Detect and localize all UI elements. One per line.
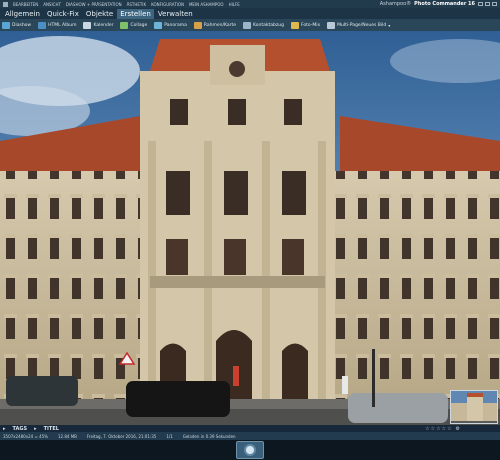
status-bar: 3507x2480x24 = 45% 12.84 MB Freitag, 7. … — [0, 432, 500, 440]
tab-allgemein[interactable]: Allgemein — [2, 9, 43, 19]
window-controls — [478, 2, 497, 6]
view-mode-button[interactable] — [236, 441, 264, 459]
thumbnail-image — [451, 391, 497, 423]
close-icon[interactable] — [492, 2, 497, 6]
menu-item-hilfe[interactable]: HILFE — [229, 2, 240, 7]
rahmen-karte-label: Rahmen/Karte — [203, 22, 237, 28]
navigator-thumbnail[interactable] — [450, 390, 498, 424]
image-dimensions: 3507x2480x24 = 45% — [3, 433, 48, 439]
star-icon[interactable]: ☆ — [431, 426, 435, 432]
menu-item-ansicht[interactable]: ANSICHT — [43, 2, 61, 7]
menu-item-diashow[interactable]: DIASHOW + PRÄSENTATION — [66, 2, 122, 7]
create-toolbar: Diashow HTML Album Kalender Collage Pano… — [0, 19, 500, 31]
multi-page-icon — [327, 21, 336, 29]
expand-title-icon[interactable]: ▸ — [34, 426, 37, 432]
minimize-icon[interactable] — [478, 2, 483, 6]
photo-mix-icon — [290, 21, 299, 29]
kontaktabzug-label: Kontaktabzug — [253, 22, 284, 28]
html-album-button[interactable]: HTML Album — [38, 21, 79, 29]
panorama-icon — [154, 21, 163, 29]
maximize-icon[interactable] — [485, 2, 490, 6]
info-panel-tabs: ▸ TAGS ▸ TITEL ☆ ☆ ☆ ☆ ☆ ⚙ — [0, 425, 500, 432]
tab-tags[interactable]: TAGS — [13, 426, 28, 432]
rahmen-karte-button[interactable]: Rahmen/Karte — [193, 21, 239, 29]
multi-page-button[interactable]: Multi-Page/Neues Bild ▾ — [327, 21, 393, 29]
load-time: Geladen in 0.39 Sekunden — [182, 433, 236, 439]
foto-mix-label: Foto-Mix — [300, 22, 321, 28]
kalender-label: Kalender — [93, 22, 114, 28]
tab-titel[interactable]: TITEL — [44, 426, 59, 432]
photo-viewport[interactable] — [0, 31, 500, 425]
star-icon[interactable]: ☆ — [442, 426, 446, 432]
ribbon-tabs: Allgemein Quick-Fix Objekte Erstellen Ve… — [0, 8, 500, 19]
kalender-button[interactable]: Kalender — [83, 21, 116, 29]
tab-quick-fix[interactable]: Quick-Fix — [44, 9, 82, 19]
menu-item-konfiguration[interactable]: KONFIGURATION — [151, 2, 184, 7]
app-brand: Ashampoo® Photo Commander 16 — [380, 0, 497, 8]
html-album-icon — [38, 21, 47, 29]
calendar-icon — [83, 21, 92, 29]
star-icon[interactable]: ☆ — [436, 426, 440, 432]
contact-sheet-icon — [243, 21, 252, 29]
panorama-label: Panorama — [164, 22, 187, 28]
star-icon[interactable]: ☆ — [425, 426, 429, 432]
app-name: Photo Commander 16 — [414, 1, 475, 7]
diashow-label: Diashow — [12, 22, 32, 28]
frame-icon — [193, 21, 202, 29]
page-counter: 1/1 — [166, 433, 173, 439]
html-album-label: HTML Album — [48, 22, 77, 28]
panorama-button[interactable]: Panorama — [154, 21, 190, 29]
collage-label: Collage — [130, 22, 148, 28]
multi-page-label: Multi-Page/Neues Bild — [337, 22, 387, 28]
menu-bar: BEARBEITEN ANSICHT DIASHOW + PRÄSENTATIO… — [0, 0, 500, 8]
menu-item-bearbeiten[interactable]: BEARBEITEN — [13, 2, 38, 7]
photo-image — [0, 31, 500, 425]
view-mode-icon — [244, 444, 256, 456]
diashow-button[interactable]: Diashow — [2, 21, 34, 29]
slideshow-icon — [2, 21, 10, 29]
tab-objekte[interactable]: Objekte — [83, 9, 116, 19]
file-size: 12.84 MB — [57, 433, 77, 439]
menu-item-aesthetik[interactable]: ÄSTHETIK — [127, 2, 147, 7]
app-menu-icon[interactable] — [3, 1, 8, 7]
app-vendor: Ashampoo® — [379, 1, 412, 7]
kontaktabzug-button[interactable]: Kontaktabzug — [243, 21, 287, 29]
collage-icon — [120, 21, 129, 29]
file-date: Freitag, 7. Oktober 2016, 21:01:35 — [86, 433, 157, 439]
foto-mix-button[interactable]: Foto-Mix — [290, 21, 323, 29]
tab-verwalten[interactable]: Verwalten — [155, 9, 196, 19]
expand-tags-icon[interactable]: ▸ — [3, 426, 6, 432]
chevron-down-icon[interactable]: ▾ — [388, 23, 390, 28]
menu-item-mein-ashampoo[interactable]: MEIN ASHAMPOO — [189, 2, 224, 7]
gear-icon[interactable]: ⚙ — [456, 426, 460, 432]
collage-button[interactable]: Collage — [120, 21, 150, 29]
rating-stars[interactable]: ☆ ☆ ☆ ☆ ☆ ⚙ — [425, 425, 460, 432]
star-icon[interactable]: ☆ — [447, 426, 451, 432]
tab-erstellen[interactable]: Erstellen — [117, 8, 154, 19]
